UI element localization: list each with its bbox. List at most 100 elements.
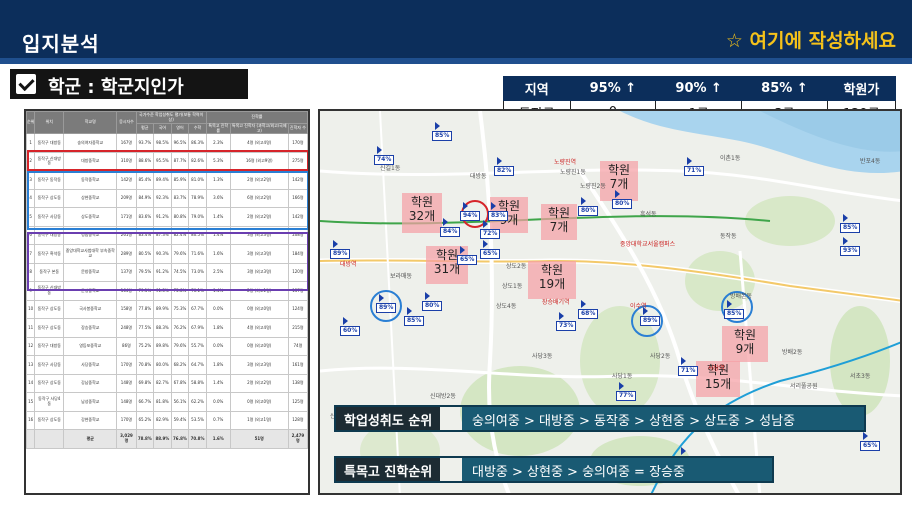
school-flag-icon[interactable]: [727, 300, 732, 308]
school-flag-icon[interactable]: [843, 214, 848, 222]
col-header: 특목고 진학자 (과학고/외고/국제고): [229, 123, 289, 134]
table-cell: 58.8%: [188, 373, 207, 393]
school-flag-icon[interactable]: [619, 382, 624, 390]
col-header: 영어: [170, 123, 190, 134]
map-place-label: 상도4동: [496, 303, 517, 310]
table-cell: 2,479명: [287, 429, 308, 449]
table-cell: 6명 (외고2명): [229, 188, 289, 208]
academy-box-label: 학원: [540, 263, 564, 277]
school-flag-icon[interactable]: [491, 202, 496, 210]
table-cell: 79.1%: [135, 281, 155, 301]
school-flag-icon[interactable]: [581, 300, 586, 308]
table-cell: 3명 (외고3명): [229, 225, 289, 245]
school-flag-icon[interactable]: [343, 317, 348, 325]
school-score-badge: 80%: [578, 206, 599, 216]
school-score-badge: 80%: [612, 199, 633, 209]
table-cell: 67.9%: [188, 318, 207, 338]
school-flag-icon[interactable]: [463, 202, 468, 210]
table-row: 13 동작구 사당동 사당중학교 170명 70.8% 80.0% 68.2% 64.7% 1.…: [26, 355, 308, 375]
table-cell: 89.9%: [153, 299, 172, 319]
school-flag-icon[interactable]: [681, 357, 686, 365]
table-cell: 1: [26, 133, 36, 153]
table-cell: 3명 (외고3명): [229, 244, 289, 264]
summary-header: 90% ↑: [655, 76, 743, 101]
table-cell: 87.3%: [153, 225, 172, 245]
school-flag-icon[interactable]: [379, 294, 384, 302]
academy-box-label: 학원: [607, 163, 631, 177]
school-flag-icon[interactable]: [843, 237, 848, 245]
table-cell: 11: [26, 318, 36, 338]
school-flag-icon[interactable]: [559, 312, 564, 320]
school-flag-icon[interactable]: [435, 122, 440, 130]
table-cell: 2.5%: [205, 262, 231, 282]
school-flag-icon[interactable]: [687, 157, 692, 165]
table-row: 9 동작구 신대방동 문성중학교 164명 79.1% 91.5% 75.8% 70.1% 1.…: [26, 281, 308, 301]
table-cell: 95.5%: [153, 151, 172, 171]
table-cell: 76.2%: [170, 318, 190, 338]
table-cell: 53.5%: [188, 410, 207, 430]
school-score-badge: 85%: [404, 316, 425, 326]
academy-count-box: 학원 19개: [528, 261, 576, 299]
table-cell: 2명 (외고2명): [229, 373, 289, 393]
table-row: 11 동작구 상도동 장승중학교 248명 77.5% 88.3% 76.2% 67.9% 1.…: [26, 318, 308, 338]
table-row: 3 동작구 동작동 동작중학교 142명 85.4% 89.4% 85.9% 81.0% 1.3…: [26, 170, 308, 190]
map-place-label: 방배2동: [782, 349, 803, 356]
table-cell: 1.4%: [205, 225, 231, 245]
table-cell: 88.3%: [153, 318, 172, 338]
table-cell: 16: [26, 410, 36, 430]
table-cell: 강남중학교: [63, 373, 118, 393]
school-flag-icon[interactable]: [615, 190, 620, 198]
header-bar: 입지분석 ☆ 여기에 작성하세요: [0, 0, 912, 58]
table-cell: 동작구 사당동: [34, 355, 65, 375]
school-flag-icon[interactable]: [681, 447, 686, 455]
table-cell: 동작구 상도동: [34, 188, 65, 208]
table-cell: 170명: [116, 355, 137, 375]
table-cell: 164명: [116, 281, 137, 301]
school-flag-icon[interactable]: [377, 146, 382, 154]
table-cell: 82.6%: [188, 151, 207, 171]
table-cell: 85.4%: [135, 170, 155, 190]
table-cell: 88.9%: [153, 429, 172, 449]
school-score-badge: 93%: [840, 246, 861, 256]
table-cell: 67.8%: [170, 373, 190, 393]
table-cell: 289명: [116, 244, 137, 264]
school-flag-icon[interactable]: [497, 157, 502, 165]
district-map[interactable]: 학원 32개 학원 9개 학원 7개 학원 7개 학원 31개 학원 19개 학원 9개 학원 15개 85% 7…: [318, 109, 902, 495]
school-flag-icon[interactable]: [863, 432, 868, 440]
table-row: 5 동작구 사당동 상도중학교 171명 83.6% 91.2% 80.8% 79.0% 1.4…: [26, 207, 308, 227]
school-flag-icon[interactable]: [483, 240, 488, 248]
table-cell: 1.6%: [205, 429, 231, 449]
academy-box-count: 15개: [704, 377, 732, 391]
school-flag-icon[interactable]: [443, 218, 448, 226]
table-cell: 동작구 사당4동: [34, 392, 65, 412]
school-flag-icon[interactable]: [407, 307, 412, 315]
table-cell: 215명: [287, 318, 308, 338]
table-cell: 동작구 상도동: [34, 299, 65, 319]
school-score-badge: 65%: [860, 441, 881, 451]
table-cell: [26, 429, 36, 449]
school-flag-icon[interactable]: [460, 246, 465, 254]
table-cell: 79.6%: [170, 336, 190, 356]
table-cell: 124명: [287, 299, 308, 319]
table-cell: 128명: [287, 410, 308, 430]
school-flag-icon[interactable]: [483, 220, 488, 228]
table-cell: 상현중학교: [63, 188, 118, 208]
table-cell: 65.2%: [135, 410, 155, 430]
map-place-label: 신길1동: [380, 165, 401, 172]
school-flag-icon[interactable]: [581, 197, 586, 205]
academy-count-box: 학원 9개: [722, 326, 768, 362]
school-flag-icon[interactable]: [425, 292, 430, 300]
table-cell: 75.3%: [170, 299, 190, 319]
school-score-badge: 65%: [480, 249, 501, 259]
col-header: 평균: [135, 123, 155, 134]
table-row: 7 동작구 흑석동 중앙대학교사범대학 부속중학교 289명 80.5% 90.3% 79.…: [26, 244, 308, 264]
group-header: 진학률: [205, 111, 308, 124]
table-cell: 남성중학교: [63, 392, 118, 412]
achievement-ranking-bar: 학업성취도 순위 숭의여중 > 대방중 > 동작중 > 상현중 > 상도중 > …: [334, 405, 866, 432]
school-flag-icon[interactable]: [333, 240, 338, 248]
table-cell: 82.9%: [153, 410, 172, 430]
table-cell: 문창중학교: [63, 262, 118, 282]
table-cell: 208명: [287, 225, 308, 245]
table-cell: 170명: [287, 133, 308, 153]
table-cell: 87.7%: [170, 151, 190, 171]
